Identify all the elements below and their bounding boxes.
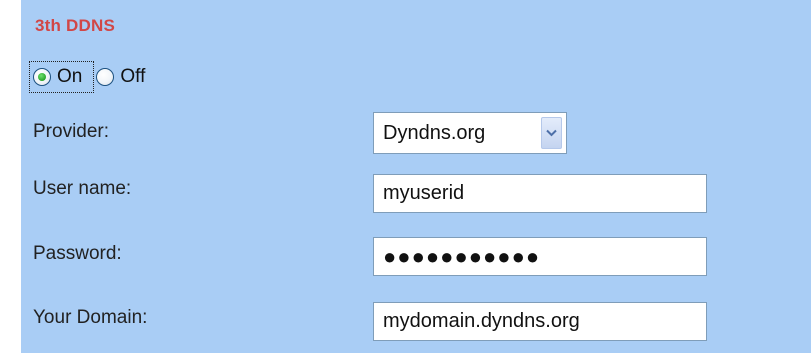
on-radio-label[interactable]: On <box>57 66 82 88</box>
off-option[interactable]: Off <box>96 66 153 88</box>
domain-label: Your Domain: <box>33 307 148 328</box>
section-title: 3th DDNS <box>35 16 115 35</box>
username-label: User name: <box>33 178 132 199</box>
domain-input[interactable]: mydomain.dyndns.org <box>373 302 707 341</box>
provider-select[interactable]: Dyndns.org <box>373 112 567 154</box>
provider-label: Provider: <box>33 121 110 142</box>
password-input[interactable]: ●●●●●●●●●●● <box>373 237 707 276</box>
password-masked-value: ●●●●●●●●●●● <box>383 243 541 269</box>
username-input[interactable]: myuserid <box>373 174 707 213</box>
ddns-settings-panel: 3th DDNS On Off Provider: Dyndns.org Use… <box>21 0 811 353</box>
on-radio-button[interactable] <box>33 68 51 86</box>
off-radio-label[interactable]: Off <box>120 66 145 88</box>
provider-selected-value[interactable]: Dyndns.org <box>374 122 541 145</box>
password-label: Password: <box>33 243 122 264</box>
chevron-down-icon[interactable] <box>541 117 562 149</box>
on-option[interactable]: On <box>29 61 95 93</box>
off-radio-button[interactable] <box>96 68 115 86</box>
ddns-enable-radio-group: On Off <box>29 57 153 97</box>
